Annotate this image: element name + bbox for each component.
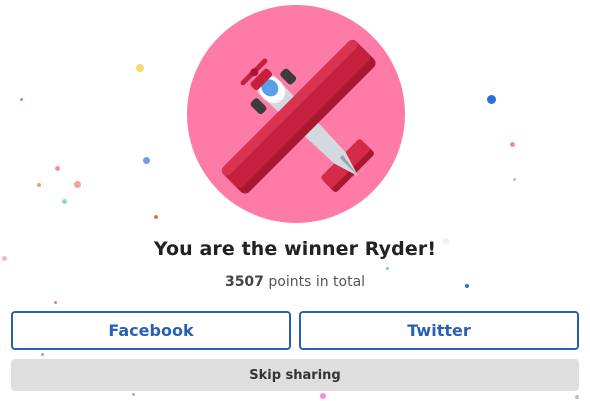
- confetti-dot: [55, 166, 60, 171]
- winner-badge: [187, 5, 405, 223]
- confetti-dot: [513, 178, 516, 181]
- confetti-dot: [37, 183, 41, 187]
- points-suffix: points in total: [263, 274, 366, 290]
- confetti-dot: [62, 199, 67, 204]
- twitter-share-button[interactable]: Twitter: [299, 311, 579, 350]
- confetti-dot: [154, 215, 158, 219]
- confetti-dot: [386, 267, 389, 270]
- points-value: 3507: [224, 274, 264, 290]
- facebook-share-label: Facebook: [108, 321, 194, 340]
- confetti-dot: [41, 353, 44, 356]
- confetti-dot: [20, 98, 23, 101]
- confetti-dot: [136, 64, 144, 72]
- confetti-dot: [143, 157, 150, 164]
- confetti-dot: [54, 301, 57, 304]
- confetti-dot: [74, 181, 81, 188]
- points-summary: 3507 points in total: [0, 274, 590, 290]
- confetti-dot: [575, 395, 579, 399]
- facebook-share-button[interactable]: Facebook: [11, 311, 291, 350]
- airplane-icon: [221, 39, 376, 194]
- confetti-dot: [487, 95, 496, 104]
- skip-sharing-button[interactable]: Skip sharing: [11, 359, 579, 391]
- winner-title: You are the winner Ryder!: [153, 238, 437, 260]
- confetti-dot: [132, 393, 135, 396]
- confetti-dot: [320, 393, 326, 399]
- confetti-dot: [510, 142, 515, 147]
- twitter-share-label: Twitter: [407, 321, 471, 340]
- skip-sharing-label: Skip sharing: [249, 367, 341, 383]
